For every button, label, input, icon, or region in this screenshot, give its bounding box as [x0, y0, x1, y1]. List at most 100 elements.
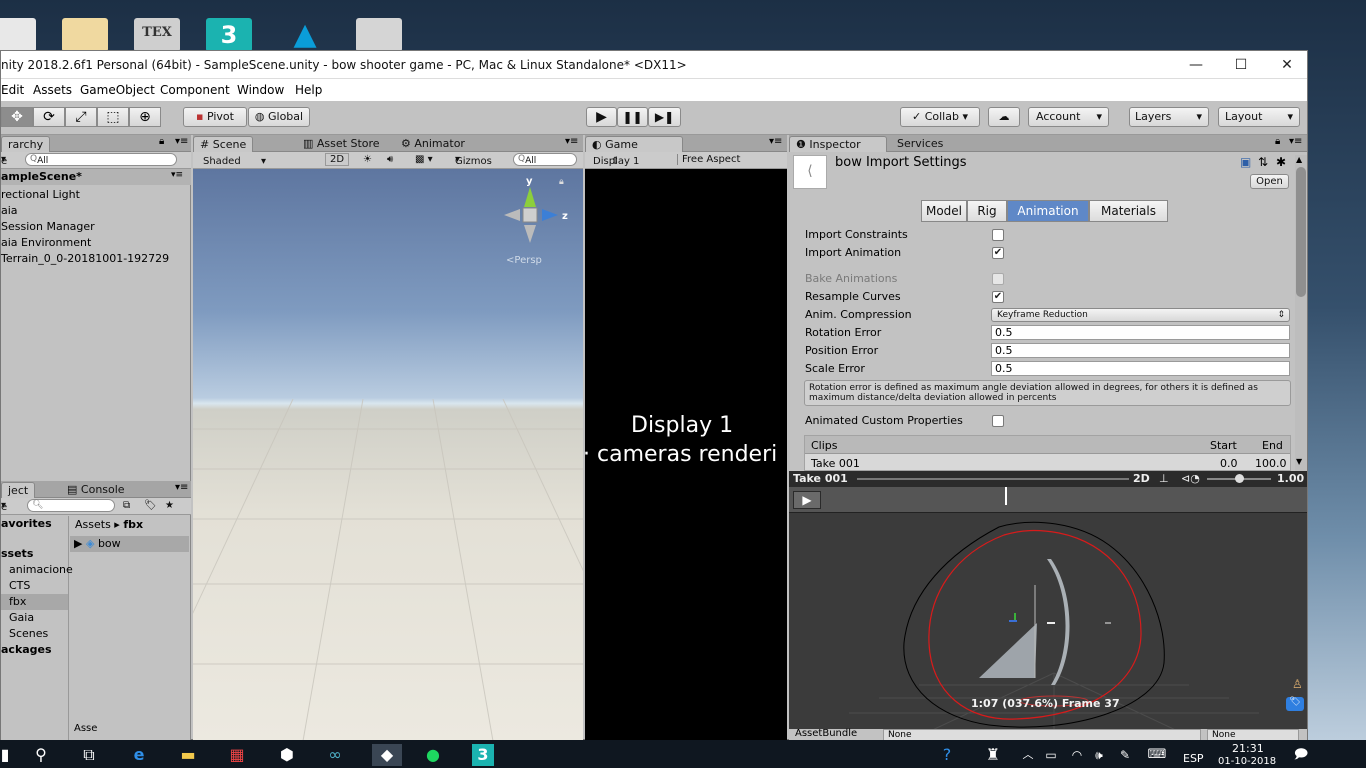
- asset-label-icon[interactable]: 🏷︎: [1286, 697, 1304, 711]
- people-icon[interactable]: ♜: [982, 744, 1004, 766]
- audio-icon[interactable]: 🔊︎: [387, 154, 393, 165]
- layers-dropdown[interactable]: Layers ▾: [1129, 107, 1209, 127]
- create-dropdown[interactable]: e ▾: [1, 500, 7, 513]
- breadcrumb-current[interactable]: fbx: [123, 518, 143, 531]
- preview-timeline[interactable]: ▶: [789, 487, 1307, 513]
- filter-label-icon[interactable]: 🏷︎: [144, 500, 157, 511]
- autodesk-icon[interactable]: ▲: [282, 18, 328, 52]
- tab-game[interactable]: ◐ Game: [585, 136, 683, 152]
- game-viewport[interactable]: Display 1 · cameras renderi: [585, 169, 787, 741]
- menu-component[interactable]: Component: [160, 83, 230, 97]
- scene-menu-icon[interactable]: ▾≡: [171, 170, 183, 180]
- rotate-tool-icon[interactable]: ⟳: [33, 107, 65, 127]
- tab-animator[interactable]: ⚙ Animator: [395, 136, 471, 152]
- favorites-header[interactable]: avorites: [1, 516, 68, 532]
- panel-menu-icon[interactable]: ▾≡: [175, 482, 188, 493]
- tab-console[interactable]: ▤ Console: [61, 482, 131, 498]
- search-icon[interactable]: ⚲: [30, 744, 52, 766]
- help-icon[interactable]: ?: [936, 744, 958, 766]
- menu-edit[interactable]: Edit: [1, 83, 24, 97]
- aspect-dropdown[interactable]: Free Aspect: [677, 154, 740, 165]
- pause-button[interactable]: ❚❚: [617, 107, 648, 127]
- menu-gameobject[interactable]: GameObject: [80, 83, 155, 97]
- table-row[interactable]: Take 001 0.0 100.0: [805, 455, 1290, 471]
- task-view-icon[interactable]: ▮: [0, 744, 16, 766]
- folder-item-selected[interactable]: fbx: [1, 594, 68, 610]
- notifications-icon[interactable]: 🗩︎: [1290, 744, 1312, 766]
- clock-time[interactable]: 21:31: [1232, 742, 1264, 755]
- timeline-playhead[interactable]: [1005, 487, 1007, 505]
- scene-header[interactable]: ampleScene* ▾≡: [1, 169, 191, 185]
- favorite-star-icon[interactable]: ★: [165, 500, 174, 511]
- tab-asset-store[interactable]: ▥ Asset Store: [297, 136, 386, 152]
- tab-services[interactable]: Services: [891, 136, 949, 152]
- desktop-app-icon[interactable]: [62, 18, 108, 52]
- 3ds-max-icon[interactable]: 3: [206, 18, 252, 52]
- lighting-icon[interactable]: ☀: [363, 154, 372, 165]
- spotify-icon[interactable]: ●: [422, 744, 444, 766]
- inspector-scrollbar[interactable]: ▲ ▼: [1295, 155, 1307, 471]
- panel-menu-icon[interactable]: ▾≡: [565, 136, 578, 147]
- menu-assets[interactable]: Assets: [33, 83, 72, 97]
- speed-slider-handle[interactable]: [1235, 474, 1244, 483]
- tab-hierarchy[interactable]: rarchy: [1, 136, 51, 152]
- effects-icon[interactable]: ▩ ▾: [415, 154, 433, 165]
- folder-item[interactable]: CTS: [1, 578, 68, 594]
- import-constraints-checkbox[interactable]: [992, 229, 1004, 241]
- volume-icon[interactable]: 🕪︎: [1088, 744, 1110, 766]
- list-item[interactable]: aia: [1, 203, 191, 219]
- list-item[interactable]: Session Manager: [1, 219, 191, 235]
- move-tool-icon[interactable]: ✥: [1, 107, 33, 127]
- packages-header[interactable]: ackages: [1, 642, 68, 658]
- scale-tool-icon[interactable]: ⤢: [65, 107, 97, 127]
- task-switch-icon[interactable]: ⧉: [78, 744, 100, 766]
- compression-dropdown[interactable]: Keyframe Reduction ⇕: [991, 308, 1290, 322]
- scene-viewport[interactable]: y z <Persp 🔒︎: [193, 169, 583, 741]
- pivot-toggle-icon[interactable]: ⊥: [1159, 472, 1169, 485]
- tab-inspector[interactable]: ❶ Inspector: [789, 136, 887, 152]
- 3ds-max-taskbar-icon[interactable]: 3: [472, 744, 494, 766]
- pivot-button[interactable]: ▪ Pivot: [183, 107, 247, 127]
- preview-play-button[interactable]: ▶: [793, 491, 821, 509]
- menu-window[interactable]: Window: [237, 83, 284, 97]
- clock-date[interactable]: 01-10-2018: [1218, 756, 1276, 767]
- arduino-icon[interactable]: ∞: [324, 744, 346, 766]
- menu-help[interactable]: Help: [295, 83, 322, 97]
- play-button[interactable]: ▶: [586, 107, 617, 127]
- rotation-error-field[interactable]: 0.5: [991, 325, 1290, 340]
- asset-row-bow[interactable]: ▶ ◈ bow: [70, 536, 189, 552]
- folder-item[interactable]: Scenes: [1, 626, 68, 642]
- close-icon[interactable]: ✕: [1272, 55, 1302, 75]
- store-icon[interactable]: ▦: [226, 744, 248, 766]
- assets-header[interactable]: ssets: [1, 546, 68, 562]
- keyboard-icon[interactable]: ⌨: [1146, 744, 1168, 766]
- hierarchy-search-input[interactable]: Q All: [25, 153, 177, 166]
- list-item[interactable]: rectional Light: [1, 187, 191, 203]
- resample-curves-checkbox[interactable]: ✔: [992, 291, 1004, 303]
- account-dropdown[interactable]: Account ▾: [1028, 107, 1109, 127]
- animated-custom-checkbox[interactable]: [992, 415, 1004, 427]
- preview-viewport[interactable]: 1:07 (037.6%) Frame 37: [789, 513, 1307, 741]
- scene-search-input[interactable]: Q All: [513, 153, 577, 166]
- file-explorer-icon[interactable]: ▬: [177, 744, 199, 766]
- rect-tool-icon[interactable]: ⬚: [97, 107, 129, 127]
- position-error-field[interactable]: 0.5: [991, 343, 1290, 358]
- folder-item[interactable]: animacione: [1, 562, 73, 578]
- settings-app-icon[interactable]: [356, 18, 402, 52]
- presets-icon[interactable]: ⇅: [1258, 155, 1268, 169]
- tab-scene[interactable]: # Scene: [193, 136, 254, 152]
- unity-taskbar-icon[interactable]: ◆: [372, 744, 402, 766]
- texmaker-icon[interactable]: TEX: [134, 18, 180, 52]
- global-button[interactable]: ◍ Global: [248, 107, 310, 127]
- tab-project[interactable]: ject: [1, 482, 36, 498]
- project-search-input[interactable]: 🔍︎: [27, 499, 115, 512]
- scale-error-field[interactable]: 0.5: [991, 361, 1290, 376]
- folder-item[interactable]: Gaia: [1, 610, 68, 626]
- edge-icon[interactable]: e: [128, 744, 150, 766]
- 2d-toggle[interactable]: 2D: [325, 153, 350, 166]
- import-animation-checkbox[interactable]: ✔: [992, 247, 1004, 259]
- segment-materials[interactable]: Materials: [1089, 200, 1168, 222]
- minimize-icon[interactable]: —: [1181, 55, 1211, 75]
- panel-menu-icon[interactable]: ▾≡: [769, 136, 782, 147]
- battery-icon[interactable]: ▭: [1040, 744, 1062, 766]
